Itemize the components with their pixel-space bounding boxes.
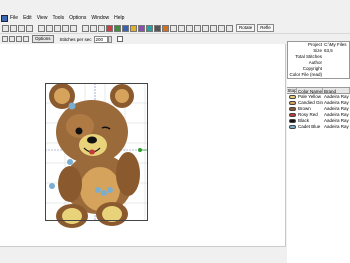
merge-icon[interactable] [194,24,201,32]
wizard-tool-icon[interactable] [162,24,169,32]
embroidery-app-window: File Edit View Tools Options Window Help [0,0,350,263]
menu-view[interactable]: View [37,14,48,23]
stitches-per-sec-input[interactable]: 200 [93,35,108,43]
zoom-in-icon[interactable] [82,24,89,32]
simulation-toolbar: Options Stitches per sec 200 [0,34,288,44]
stitches-per-sec-label: Stitches per sec [59,36,92,42]
options-button[interactable]: Options [32,35,54,43]
new-file-icon[interactable] [2,24,9,32]
text-tool-icon[interactable] [130,24,137,32]
main-toolbar: Rotate Refle [0,23,350,34]
menu-file[interactable]: File [10,14,18,23]
measure-tool-icon[interactable] [154,24,161,32]
stitches-per-sec-spinner[interactable] [107,35,112,43]
split-icon[interactable] [186,24,193,32]
header-brand[interactable]: Brand [323,88,350,93]
simulation-checkbox[interactable] [116,36,123,42]
properties-table: Project C:\My Files Size 63,5 Total Stit… [287,41,350,79]
rotate-handle[interactable] [138,148,142,152]
group-icon[interactable] [218,24,225,32]
redo-icon[interactable] [70,24,77,32]
property-value [324,72,349,78]
hoop-tool-icon[interactable] [146,24,153,32]
grid-icon[interactable] [98,24,105,32]
print-icon[interactable] [26,24,33,32]
open-folder-icon[interactable] [10,24,17,32]
hoop-frame [45,83,148,221]
color-table-header: Stop Color Name Brand [287,87,350,94]
app-icon[interactable] [1,15,8,22]
save-icon[interactable] [18,24,25,32]
color-brand: Aadeira Ray [324,124,349,129]
color-table-body: Pale YellowAadeira RayCandied GingerAade… [287,94,350,130]
color-swatch [289,95,296,99]
design-properties-panel: Project C:\My Files Size 63,5 Total Stit… [287,41,350,263]
property-key: Color File (read) [289,72,322,77]
stitch-tool-icon[interactable] [106,24,113,32]
design-canvas[interactable] [0,44,286,246]
color-tool-icon[interactable] [138,24,145,32]
cut-icon[interactable] [38,24,45,32]
color-swatch [289,101,296,105]
align-icon[interactable] [210,24,217,32]
color-swatch [289,125,296,129]
copy-icon[interactable] [46,24,53,32]
rotate-button[interactable]: Rotate [236,24,256,32]
paste-icon[interactable] [54,24,61,32]
properties-icon[interactable] [178,24,185,32]
property-row: Color File (read) [288,72,349,78]
outline-tool-icon[interactable] [122,24,129,32]
undo-icon[interactable] [62,24,69,32]
toolbar-separator [78,25,81,32]
menu-bar: File Edit View Tools Options Window Help [0,14,350,23]
color-table-row[interactable]: Cadet Blue Aadeira Ray [287,124,350,130]
header-stop[interactable]: Stop [287,88,297,93]
menu-options[interactable]: Options [69,14,86,23]
color-swatch [289,113,296,117]
step-icon[interactable] [23,36,29,42]
color-swatch-cell [287,124,297,130]
menu-edit[interactable]: Edit [23,14,32,23]
simulate-icon[interactable] [170,24,177,32]
status-bar [0,246,286,263]
zoom-out-icon[interactable] [90,24,97,32]
menu-help[interactable]: Help [114,14,124,23]
header-color-name[interactable]: Color Name [297,88,323,93]
menu-window[interactable]: Window [91,14,109,23]
mirror-icon[interactable] [226,24,233,32]
stop-icon[interactable] [16,36,22,42]
resize-icon[interactable] [202,24,209,32]
play-icon[interactable] [9,36,15,42]
color-swatch [289,119,296,123]
menu-tools[interactable]: Tools [52,14,64,23]
select-icon[interactable] [2,36,8,42]
color-swatch [289,107,296,111]
reflect-button[interactable]: Refle [257,24,274,32]
toolbar-separator [34,25,37,32]
color-name: Cadet Blue [298,124,321,129]
fill-tool-icon[interactable] [114,24,121,32]
